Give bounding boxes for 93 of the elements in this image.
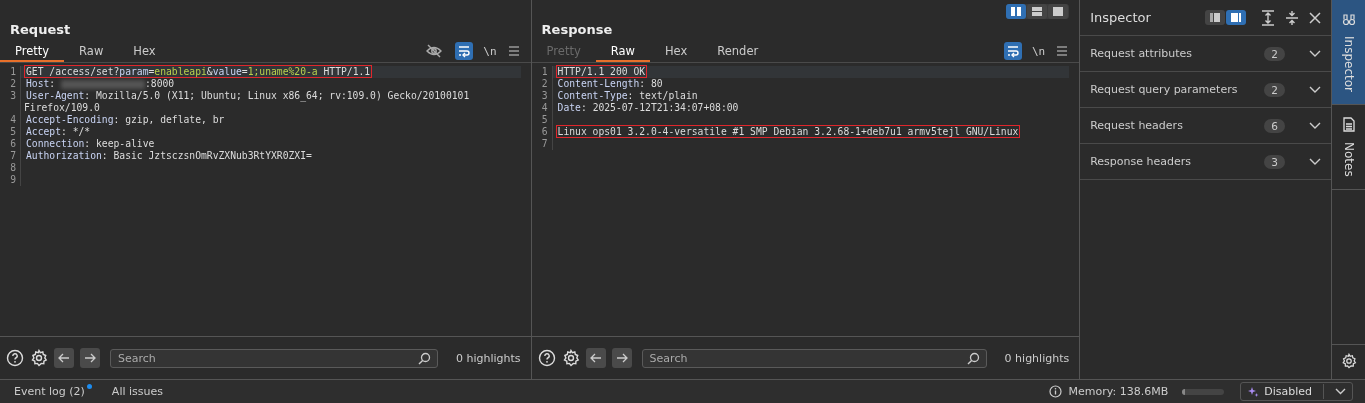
newline-toggle[interactable]: \n (483, 44, 497, 58)
line-number: 3 (0, 90, 21, 114)
view-tab[interactable]: Hex (649, 40, 703, 62)
search-field[interactable]: Search (641, 348, 987, 368)
wrap-icon[interactable] (455, 42, 474, 60)
layout-option[interactable] (1027, 4, 1048, 19)
line-number: 5 (0, 126, 21, 138)
count-badge: 3 (1264, 154, 1285, 169)
back-arrow-icon (58, 352, 70, 364)
layout-option[interactable] (1006, 4, 1027, 19)
inspector-section[interactable]: Response headers 3 (1080, 144, 1331, 180)
layout-toggle[interactable] (1006, 4, 1070, 19)
search-icon (418, 351, 431, 365)
line-number: 1 (531, 66, 553, 78)
back-arrow-icon (589, 352, 602, 364)
panel-title: Response (541, 22, 613, 39)
line-number: 6 (0, 138, 21, 150)
forward-arrow-icon (615, 352, 628, 364)
code-line: Accept: */* (25, 125, 92, 138)
chevron-icon (1309, 157, 1321, 166)
close-icon[interactable] (1309, 11, 1321, 24)
sparkle-icon (1247, 385, 1260, 398)
settings-icon[interactable] (561, 349, 580, 367)
side-tab[interactable]: Inspector (1332, 0, 1365, 105)
view-tab[interactable]: Raw (595, 40, 650, 62)
line-number: 6 (531, 126, 553, 138)
code-line: Authorization: Basic JztsczsnOmRvZXNub3RtYXR0ZXI= (25, 149, 313, 162)
forward-button[interactable] (80, 348, 100, 368)
forward-button[interactable] (611, 348, 632, 368)
help-icon[interactable] (6, 349, 24, 367)
line-number: 2 (0, 78, 21, 90)
all-issues-link[interactable]: All issues (111, 385, 163, 398)
back-button[interactable] (54, 348, 74, 368)
single-pane-icon (1053, 7, 1064, 16)
line-number: 7 (531, 138, 553, 150)
layout-option[interactable] (1048, 4, 1069, 19)
code-line: Host: :8000 (25, 77, 176, 90)
memory-usage: Memory: 138.6MB (1068, 385, 1169, 398)
back-button[interactable] (585, 348, 606, 368)
search-field[interactable]: Search (110, 348, 438, 368)
view-tab[interactable]: Hex (118, 40, 171, 62)
panel-title: Request (10, 22, 71, 39)
count-badge: 6 (1264, 118, 1285, 133)
highlight-count: 0 highlights (456, 351, 521, 365)
view-toggle[interactable] (1205, 10, 1247, 25)
side-tab[interactable]: Notes (1332, 105, 1365, 190)
line-number: 5 (531, 114, 553, 126)
expand-all-icon[interactable] (1261, 9, 1275, 26)
view-tab[interactable]: Raw (64, 40, 119, 62)
line-number: 7 (0, 150, 21, 162)
search-icon (966, 351, 980, 365)
document-icon (1342, 117, 1355, 132)
rows-icon (1032, 7, 1043, 16)
code-line: Date: 2025-07-12T21:34:07+08:00 (556, 101, 740, 114)
line-number: 9 (0, 174, 21, 186)
line-number: 3 (531, 90, 553, 102)
view-tab[interactable]: Pretty (0, 40, 65, 62)
settings-icon[interactable] (1340, 353, 1357, 369)
wrap-icon[interactable] (1003, 42, 1022, 60)
inspector-section[interactable]: Request attributes 2 (1080, 36, 1331, 72)
code-line: Content-Length: 80 (556, 77, 664, 90)
chevron-icon (1309, 121, 1321, 130)
newline-toggle[interactable]: \n (1031, 44, 1046, 58)
help-icon[interactable] (537, 349, 556, 367)
forward-arrow-icon (84, 352, 96, 364)
caret-icon (1335, 388, 1346, 395)
info-icon[interactable] (1048, 385, 1062, 398)
right-panel-icon (1231, 13, 1241, 22)
highlight-count: 0 highlights (1004, 351, 1070, 365)
columns-icon (1011, 7, 1022, 16)
event-log-link[interactable]: Event log (2) (14, 385, 85, 398)
line-number: 8 (0, 162, 21, 174)
inspector-title: Inspector (1090, 10, 1152, 25)
inspector-section[interactable]: Request query parameters 2 (1080, 72, 1331, 108)
chevron-icon (1309, 85, 1321, 94)
code-line: Accept-Encoding: gzip, deflate, br (25, 113, 226, 126)
view-option[interactable] (1205, 10, 1225, 25)
count-badge: 2 (1264, 82, 1285, 97)
code-line: Connection: keep-alive (25, 137, 156, 150)
code-line: Content-Type: text/plain (556, 89, 699, 102)
inspector-icon (1341, 12, 1356, 26)
chevron-icon (1309, 49, 1321, 58)
ai-dropdown[interactable]: Disabled (1240, 382, 1353, 401)
line-number: 4 (0, 114, 21, 126)
view-tab[interactable]: Render (702, 40, 774, 62)
inspector-section[interactable]: Request headers 6 (1080, 108, 1331, 144)
collapse-all-icon[interactable] (1285, 9, 1299, 26)
settings-icon[interactable] (30, 349, 48, 367)
line-number: 4 (531, 102, 553, 114)
line-number: 2 (531, 78, 553, 90)
view-option[interactable] (1226, 10, 1246, 25)
left-panel-icon (1210, 13, 1220, 22)
count-badge: 2 (1264, 46, 1285, 61)
